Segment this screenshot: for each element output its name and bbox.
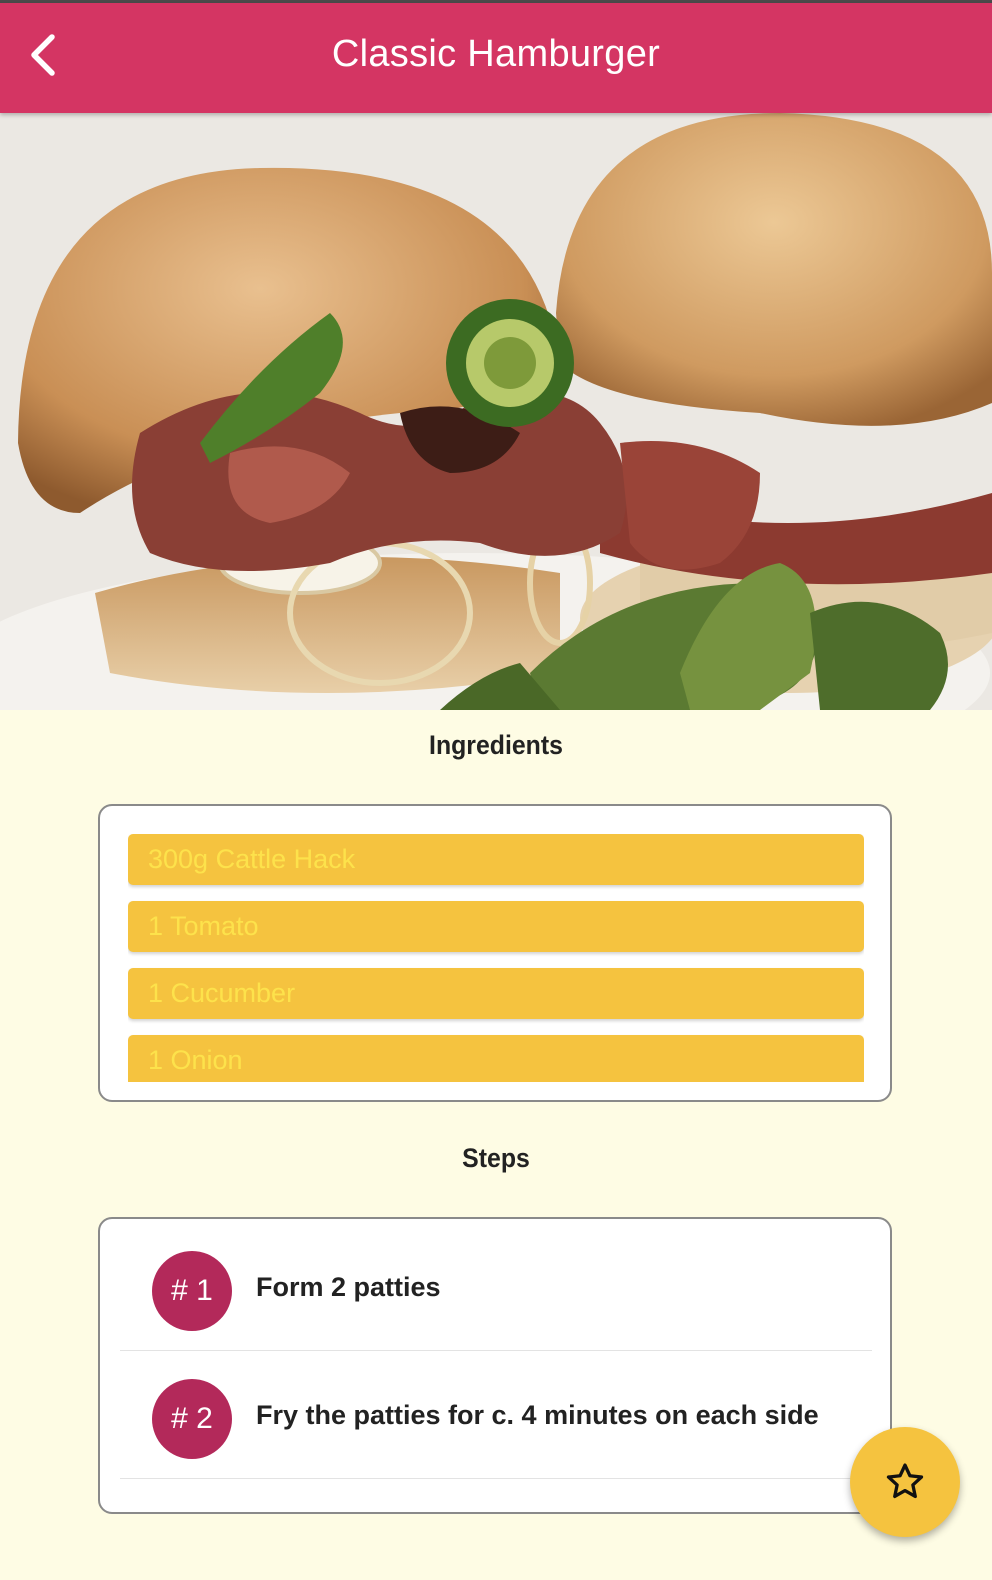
favorite-button[interactable] [850,1427,960,1537]
ingredient-item[interactable]: 1 Onion [128,1035,864,1082]
star-outline-icon [886,1463,924,1499]
ingredient-item[interactable]: 300g Cattle Hack [128,834,864,885]
page-title: Classic Hamburger [331,33,661,75]
ingredients-list[interactable]: 300g Cattle Hack 1 Tomato 1 Cucumber 1 O… [128,834,864,1082]
ingredient-item[interactable]: 1 Cucumber [128,968,864,1019]
steps-heading: Steps [462,1143,530,1173]
step-number-badge: # 2 [152,1379,232,1459]
ingredient-item[interactable]: 1 Tomato [128,901,864,952]
step-text: Form 2 patties [256,1272,441,1302]
step-text: Fry the patties for c. 4 minutes on each… [256,1400,819,1430]
ingredients-card: 300g Cattle Hack 1 Tomato 1 Cucumber 1 O… [98,804,892,1102]
recipe-image [0,113,992,710]
step-number-badge: # 1 [152,1251,232,1331]
steps-card: # 1 Form 2 patties # 2 Fry the patties f… [98,1217,892,1514]
ingredients-heading: Ingredients [429,730,563,760]
step-row: # 2 Fry the patties for c. 4 minutes on … [120,1351,872,1479]
app-bar: Classic Hamburger [0,3,992,113]
step-row: # 1 Form 2 patties [120,1223,872,1351]
